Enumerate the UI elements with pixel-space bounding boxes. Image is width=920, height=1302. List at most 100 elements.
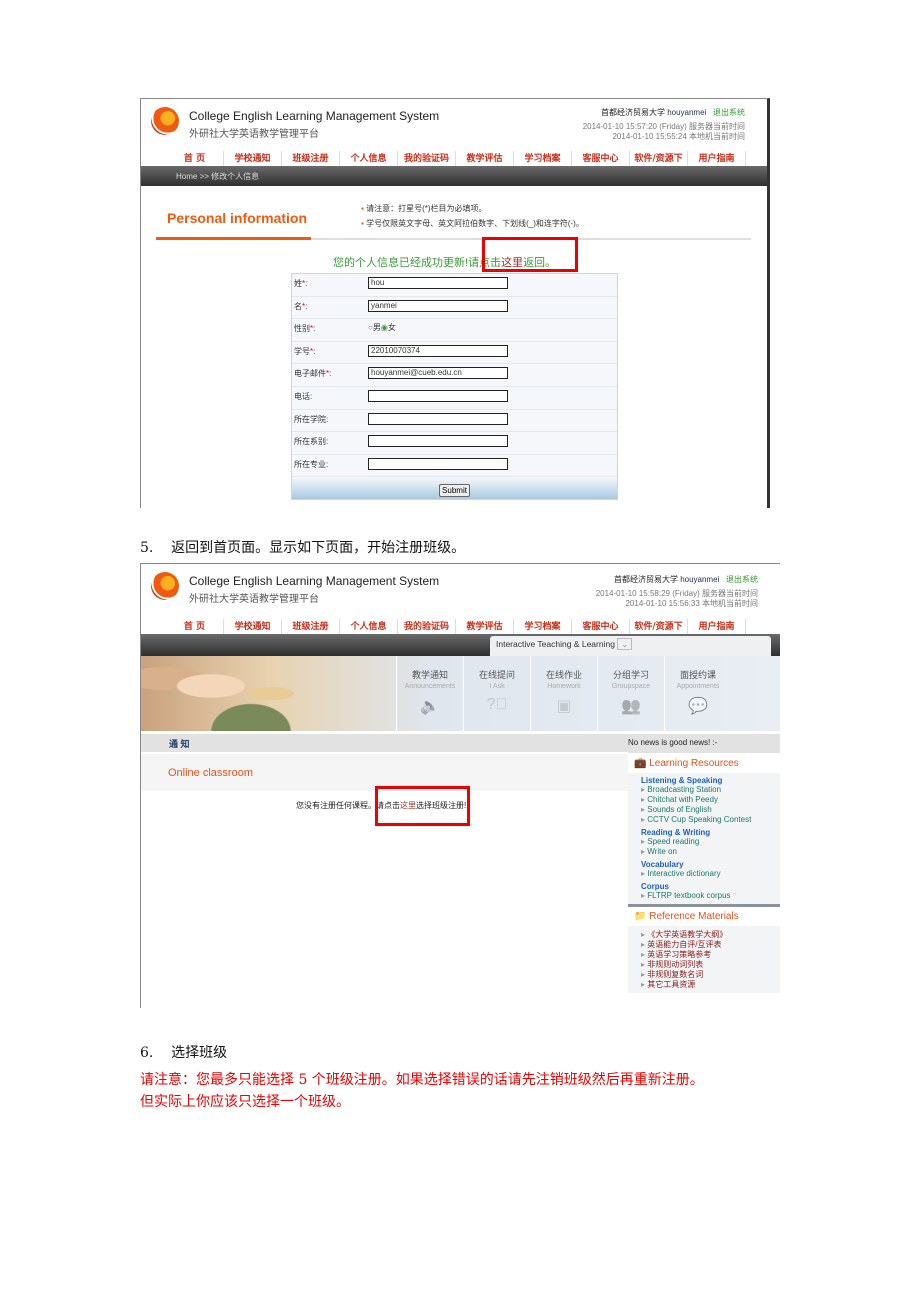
field-label: 性别*: [294, 324, 316, 334]
reference-link[interactable]: 英语能力自评/互评表 [628, 940, 780, 950]
resource-link[interactable]: Speed reading [628, 837, 780, 847]
question-icon: ?⃝ [486, 696, 508, 713]
site-subtitle: 外研社大学英语教学管理平台 [189, 594, 319, 605]
logo-icon [151, 572, 179, 600]
text-input[interactable] [368, 435, 508, 448]
site-title: College English Learning Management Syst… [189, 574, 440, 588]
resources-sidebar: 💼 Learning Resources Listening & Speakin… [628, 754, 780, 993]
field-value [368, 432, 508, 454]
field-value [368, 387, 508, 409]
chevron-down-icon[interactable]: ⌄ [617, 638, 633, 650]
text-input[interactable]: 22010070374 [368, 344, 508, 357]
text-input[interactable] [368, 412, 508, 425]
field-value [368, 455, 508, 477]
field-label: 学号*: [294, 346, 316, 356]
tile-groupspace[interactable]: 分组学习 Groupspace 👥 [597, 656, 664, 731]
field-value: ○男◉女 [368, 319, 396, 341]
resource-link[interactable]: Sounds of English [628, 805, 780, 815]
resource-link[interactable]: CCTV Cup Speaking Contest [628, 815, 780, 825]
success-text: 您的个人信息已经成功更新! [333, 257, 469, 269]
required-asterisk: * [310, 324, 314, 334]
label-text: 所在专业 [294, 459, 326, 469]
label-text: 姓 [294, 279, 302, 288]
resource-link[interactable]: Chitchat with Peedy [628, 795, 780, 805]
field-value [368, 410, 508, 432]
reference-link[interactable]: 非规则动词列表 [628, 960, 780, 970]
tile-announcements[interactable]: 教学通知 Announcements 🔈 [396, 656, 463, 731]
form-row: 所在学院: [292, 410, 617, 433]
tile-title: 在线提问 [478, 670, 515, 680]
required-asterisk: * [326, 369, 330, 379]
tile-i-ask[interactable]: 在线提问 I Ask ?⃝ [463, 656, 530, 731]
students-photo [141, 656, 341, 731]
radio-checked[interactable]: ◉ [381, 323, 388, 332]
label-text: 名 [294, 301, 302, 311]
tile-subtitle: Groupspace [611, 683, 651, 690]
local-time: 2014-01-10 15:55:24 本地机当前时间 [612, 132, 745, 141]
tile-title: 在线作业 [545, 670, 582, 680]
resource-link[interactable]: Broadcasting Station [628, 785, 780, 795]
note-id-format: 学号仅限英文字母、英文阿拉伯数字、下划线(_)和连字符(-)。 [366, 219, 584, 228]
warning-line-2: 但实际上你应该只选择一个班级。 [140, 1094, 350, 1110]
field-label: 电子邮件*: [294, 369, 332, 379]
group-icon: 👥 [621, 698, 641, 715]
tile-title: 面授约课 [679, 670, 716, 680]
text-input[interactable]: yanmei [368, 299, 508, 312]
field-value: yanmei [368, 297, 508, 319]
username: houyanmei [680, 575, 720, 584]
tile-appointments[interactable]: 面授约课 Appointments 💬 [664, 656, 731, 731]
logout-link[interactable]: 退出系统 [726, 575, 758, 584]
username: houyanmei [667, 108, 707, 117]
resource-category[interactable]: Corpus [628, 879, 780, 891]
resource-link[interactable]: FLTRP textbook corpus [628, 891, 780, 901]
tile-title: 教学通知 [411, 670, 448, 680]
text-input[interactable]: houyanmei@cueb.edu.cn [368, 367, 508, 380]
tile-subtitle: Homework [547, 683, 581, 690]
site-subtitle: 外研社大学英语教学管理平台 [189, 129, 319, 140]
local-time: 2014-01-10 15:56:33 本地机当前时间 [625, 599, 758, 608]
field-value: hou [368, 274, 508, 296]
field-label: 所在系别: [294, 437, 329, 447]
step-text: 选择班级 [171, 1045, 228, 1061]
step-5: 5. 返回到首页面。显示如下页面，开始注册班级。 [140, 537, 465, 557]
learning-resources-title: Learning Resources [649, 758, 739, 769]
reference-title: Reference Materials [649, 911, 739, 922]
logout-link[interactable]: 退出系统 [713, 108, 745, 117]
section-dropdown[interactable]: Interactive Teaching & Learning ⌄ [490, 636, 771, 656]
text-input[interactable] [368, 389, 508, 402]
reference-link[interactable]: 《大学英语教学大纲》 [628, 930, 780, 940]
resource-link[interactable]: Interactive dictionary [628, 869, 780, 879]
field-label: 电话: [294, 391, 313, 401]
text-input[interactable] [368, 457, 508, 470]
reference-link[interactable]: 其它工具资源 [628, 980, 780, 990]
form-row: 名*: yanmei [292, 297, 617, 320]
screenshot-personal-info: College English Learning Management Syst… [140, 98, 770, 508]
screenshot-home: College English Learning Management Syst… [140, 563, 780, 1008]
label-text: 所在系别 [294, 437, 326, 447]
submit-button[interactable]: Submit [439, 484, 470, 498]
reference-link[interactable]: 非规则复数名词 [628, 970, 780, 980]
form-row: 所在专业: [292, 455, 617, 478]
resource-category[interactable]: Listening & Speaking [628, 773, 780, 785]
resource-category[interactable]: Reading & Writing [628, 825, 780, 837]
step-text: 返回到首页面。显示如下页面，开始注册班级。 [171, 540, 466, 556]
reference-link[interactable]: 英语学习策略参考 [628, 950, 780, 960]
highlight-box [375, 786, 470, 826]
required-asterisk: * [302, 301, 306, 311]
notice-bar: 通 知 [141, 734, 628, 752]
step-6: 6. 选择班级 [140, 1042, 227, 1062]
reference-header: 📁 Reference Materials [628, 907, 780, 926]
news-text: No news is good news! :- [628, 734, 780, 753]
label-text: 性别 [294, 324, 310, 334]
site-title: College English Learning Management Syst… [189, 109, 440, 123]
learning-resources-header: 💼 Learning Resources [628, 754, 780, 773]
text-input[interactable]: hou [368, 277, 508, 289]
note-required: 请注意：打星号(*)栏目为必填项。 [366, 204, 487, 213]
form-row: 性别*: ○男◉女 [292, 319, 617, 342]
resource-link[interactable]: Write on [628, 847, 780, 857]
tile-homework[interactable]: 在线作业 Homework ▣ [530, 656, 597, 731]
resource-category[interactable]: Vocabulary [628, 857, 780, 869]
computer-icon: ▣ [556, 698, 572, 715]
page-title: Personal information [167, 210, 308, 226]
page-title: Online classroom [168, 767, 253, 779]
